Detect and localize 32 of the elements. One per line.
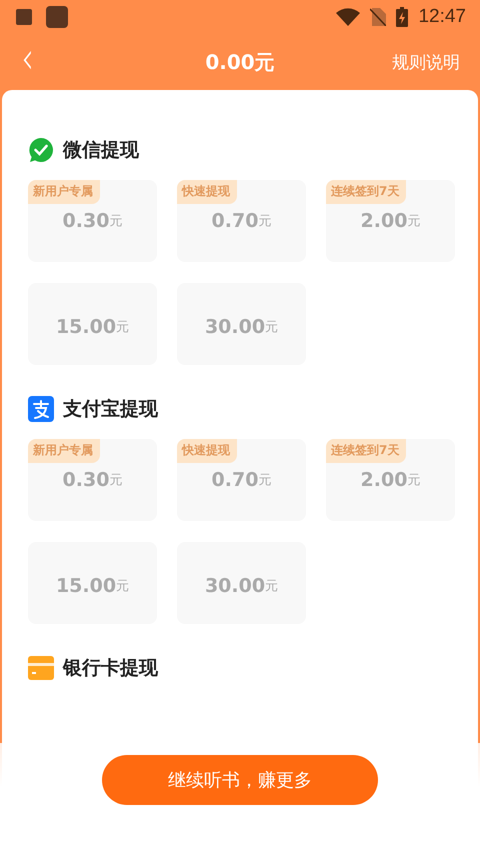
- notification-icon: [46, 6, 68, 28]
- option-tag: 新用户专属: [28, 180, 100, 204]
- amount-option[interactable]: 0.30元 新用户专属: [28, 180, 157, 262]
- battery-icon: [396, 7, 408, 27]
- back-button[interactable]: ‹: [6, 37, 34, 87]
- amount-option[interactable]: 15.00元: [28, 283, 157, 365]
- rules-link[interactable]: 规则说明: [392, 50, 460, 74]
- amount-option[interactable]: 2.00元 连续签到7天: [326, 439, 455, 521]
- amount-option[interactable]: 0.30元 新用户专属: [28, 439, 157, 521]
- balance-title: 0.00元: [205, 50, 275, 74]
- option-tag: 连续签到7天: [326, 180, 406, 204]
- earn-more-button[interactable]: 继续听书，赚更多: [102, 755, 378, 805]
- amount-option[interactable]: 0.70元 快速提现: [177, 439, 306, 521]
- option-tag: 快速提现: [177, 180, 237, 204]
- notification-icon: [16, 9, 32, 25]
- option-tag: 快速提现: [177, 439, 237, 463]
- option-tag: 新用户专属: [28, 439, 100, 463]
- section-title: 微信提现: [63, 138, 139, 163]
- wifi-icon: [336, 8, 360, 26]
- amount-option[interactable]: 0.70元 快速提现: [177, 180, 306, 262]
- option-tag: 连续签到7天: [326, 439, 406, 463]
- no-sim-icon: [370, 8, 386, 26]
- amount-option[interactable]: 2.00元 连续签到7天: [326, 180, 455, 262]
- amount-option[interactable]: 15.00元: [28, 542, 157, 624]
- section-title: 支付宝提现: [63, 397, 158, 422]
- alipay-icon: [28, 396, 54, 422]
- card-icon: [28, 655, 54, 681]
- amount-option[interactable]: 30.00元: [177, 283, 306, 365]
- chat-check-icon: [28, 137, 54, 163]
- amount-option[interactable]: 30.00元: [177, 542, 306, 624]
- status-time: 12:47: [418, 6, 466, 28]
- section-title: 银行卡提现: [63, 656, 158, 681]
